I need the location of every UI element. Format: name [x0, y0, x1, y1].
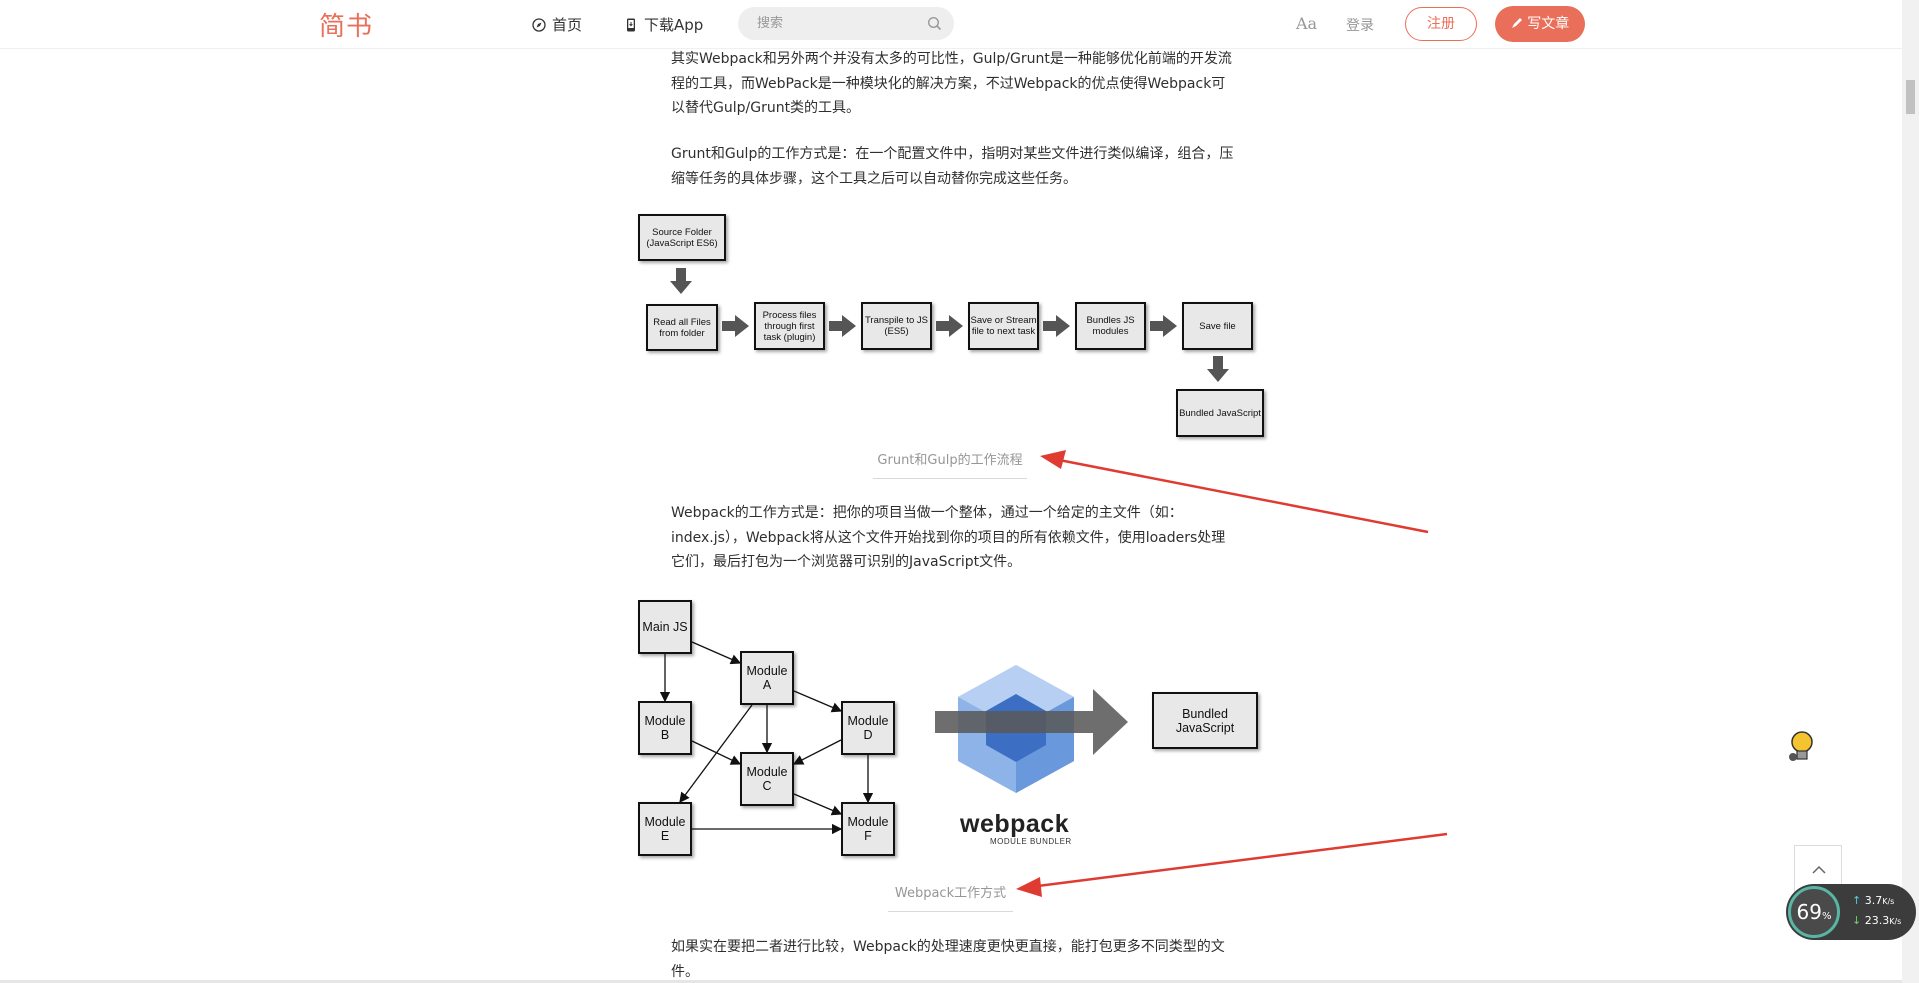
register-button[interactable]: 注册 — [1405, 7, 1477, 41]
download-speed: ↓ 23.3K/s — [1852, 914, 1901, 927]
network-usage-gauge: 69% — [1788, 886, 1840, 938]
diagram-box-module-f: Module F — [841, 802, 895, 856]
article-paragraph: 其实Webpack和另外两个并没有太多的可比性，Gulp/Grunt是一种能够优… — [671, 51, 1232, 116]
article-paragraph: 如果实在要把二者进行比较，Webpack的处理速度更快更直接，能打包更多不同类型… — [671, 939, 1225, 980]
search-placeholder: 搜索 — [757, 16, 784, 31]
write-article-label: 写文章 — [1527, 16, 1570, 32]
site-logo[interactable]: 简书 — [319, 6, 373, 43]
download-arrow-icon: ↓ — [1852, 914, 1862, 927]
diagram-box-step: Bundles JS modules — [1075, 302, 1146, 350]
scrollbar-thumb[interactable] — [1906, 80, 1915, 114]
write-article-button[interactable]: 写文章 — [1495, 6, 1585, 42]
search-icon[interactable] — [927, 16, 942, 31]
diagram-box-step: Read all Files from folder — [646, 304, 718, 351]
nav-home-label: 首页 — [552, 16, 583, 34]
upload-speed: ↑ 3.7K/s — [1852, 894, 1894, 907]
upload-speed-unit: K/s — [1882, 897, 1895, 906]
diagram-box-output: Bundled JavaScript — [1176, 389, 1264, 437]
webpack-logo-text: webpack — [960, 810, 1070, 838]
diagram-box-step: Process files through first task (plugin… — [754, 302, 825, 350]
network-usage-unit: % — [1821, 911, 1832, 922]
download-speed-value: 23.3 — [1864, 914, 1890, 927]
compass-icon — [532, 17, 546, 32]
diagram-box-module-c: Module C — [740, 752, 794, 806]
lightbulb-icon[interactable] — [1787, 730, 1815, 764]
font-setting-button[interactable]: Aa — [1296, 14, 1317, 33]
diagram-box-bundled-js: Bundled JavaScript — [1152, 692, 1258, 749]
network-usage-value: 69 — [1796, 900, 1822, 924]
webpack-cube-icon — [935, 665, 1128, 793]
diagram-box-step: Save file — [1182, 302, 1253, 350]
page-scrollbar[interactable] — [1902, 0, 1919, 983]
diagram-box-source: Source Folder (JavaScript ES6) — [638, 214, 726, 261]
upload-arrow-icon: ↑ — [1852, 894, 1862, 907]
network-speed-widget[interactable]: 69% ↑ 3.7K/s ↓ 23.3K/s — [1786, 884, 1916, 940]
diagram-box-module-e: Module E — [638, 802, 692, 856]
login-link[interactable]: 登录 — [1346, 15, 1374, 35]
diagram-box-step: Transpile to JS (ES5) — [861, 302, 932, 350]
top-navbar: 简书 首页 下载App 搜索 Aa 登录 注册 写文章 — [0, 0, 1902, 49]
pen-icon — [1511, 18, 1522, 28]
diagram-box-module-b: Module B — [638, 701, 692, 755]
image-caption: Grunt和Gulp的工作流程 — [873, 449, 1027, 479]
search-input[interactable]: 搜索 — [738, 7, 954, 40]
download-speed-unit: K/s — [1889, 917, 1902, 926]
article-paragraph: Webpack的工作方式是：把你的项目当做一个整体，通过一个给定的主文件（如：i… — [671, 505, 1226, 570]
diagram-box-step: Save or Stream file to next task — [968, 302, 1039, 350]
image-caption: Webpack工作方式 — [888, 882, 1013, 912]
diagram-box-module-a: Module A — [740, 651, 794, 705]
diagram-box-module-d: Module D — [841, 701, 895, 755]
nav-home-link[interactable]: 首页 — [532, 14, 582, 35]
nav-download-app-link[interactable]: 下载App — [624, 14, 703, 35]
article-paragraph: Grunt和Gulp的工作方式是：在一个配置文件中，指明对某些文件进行类似编译，… — [671, 146, 1234, 187]
nav-app-label: 下载App — [644, 16, 704, 34]
phone-icon — [627, 18, 635, 31]
diagram-box-main-js: Main JS — [638, 600, 692, 654]
upload-speed-value: 3.7 — [1864, 894, 1883, 907]
webpack-logo-subtext: MODULE BUNDLER — [990, 837, 1072, 846]
